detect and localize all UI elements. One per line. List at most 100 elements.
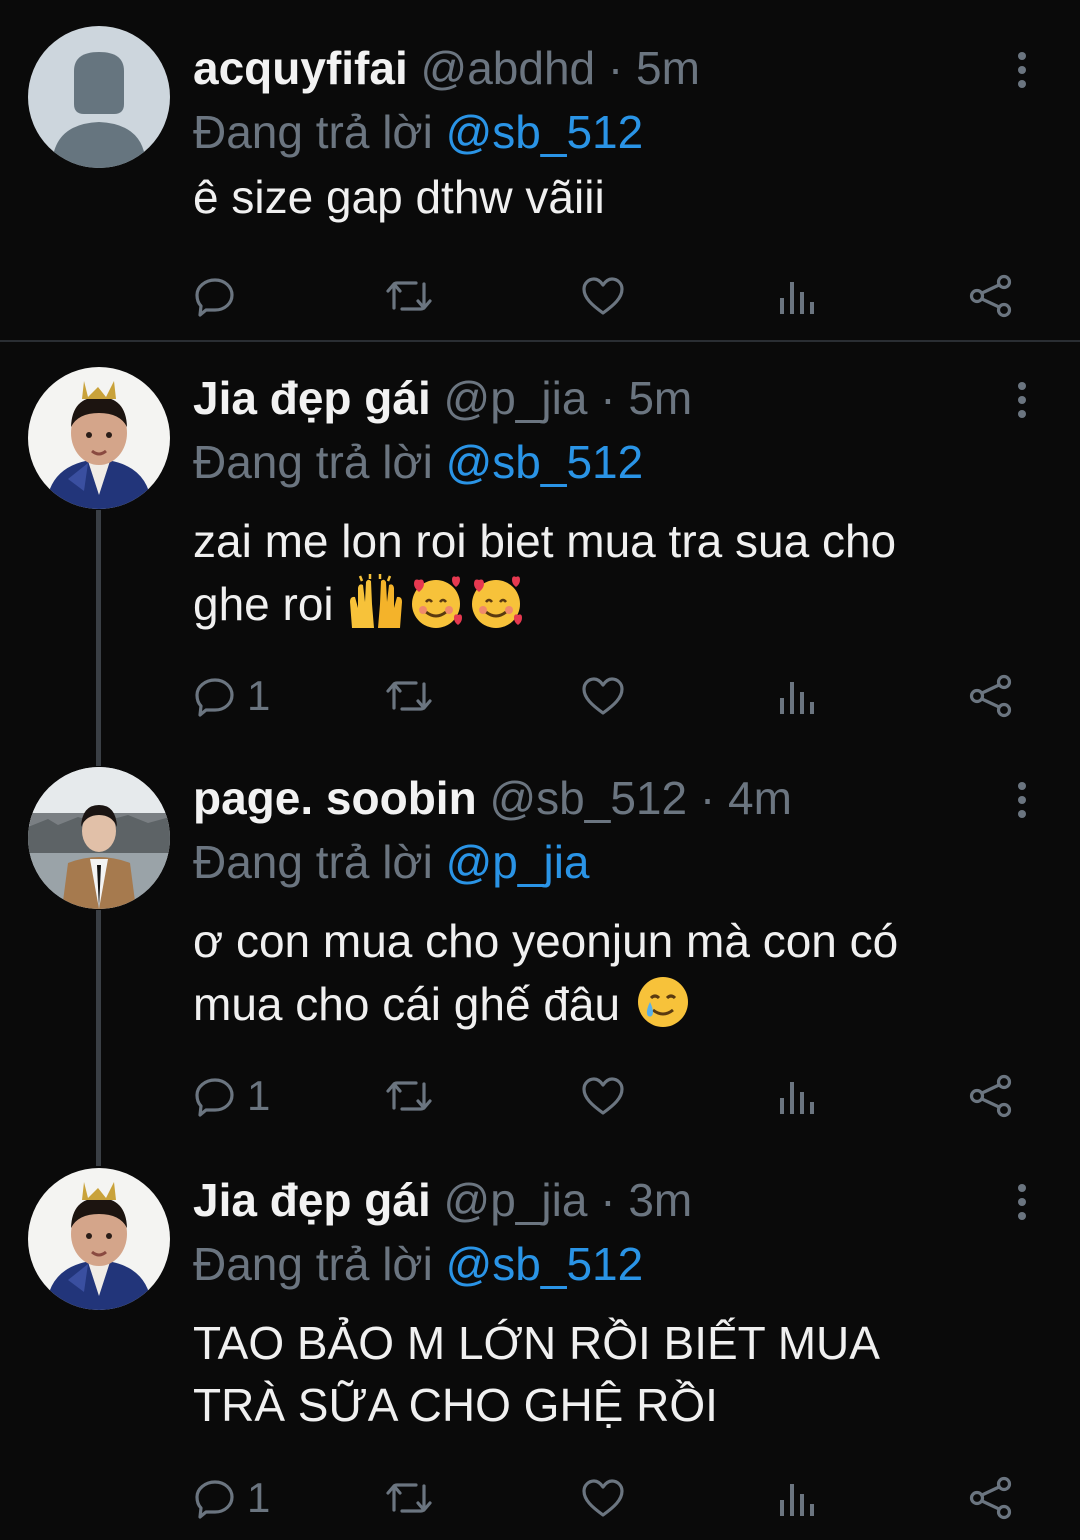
replying-to-label: Đang trả lời: [193, 1238, 446, 1290]
user-handle[interactable]: @p_jia: [444, 372, 588, 424]
tweet-1[interactable]: acquyfifai @abdhd · 5m Đang trả lời @sb_…: [0, 0, 1080, 342]
analytics-button[interactable]: [777, 666, 817, 726]
retweet-icon: [384, 274, 434, 318]
thread-line: [96, 740, 101, 766]
display-name[interactable]: Jia đẹp gái: [193, 372, 431, 424]
share-button[interactable]: [968, 1066, 1014, 1126]
replying-to-label: Đang trả lời: [193, 836, 446, 888]
like-icon: [580, 1074, 626, 1118]
replying-to: Đang trả lời @sb_512: [193, 1236, 643, 1292]
retweet-icon: [384, 674, 434, 718]
separator-dot: ·: [687, 772, 728, 824]
share-icon: [968, 1074, 1014, 1118]
tweet-3[interactable]: page. soobin @sb_512 · 4m Đang trả lời @…: [0, 740, 1080, 1140]
reply-icon: [193, 1476, 237, 1520]
tweet-actions: 1: [0, 1468, 1080, 1528]
reply-count: 1: [247, 1474, 271, 1521]
reply-count: 1: [247, 1072, 271, 1119]
smiling-face-with-tear-emoji: [633, 972, 693, 1032]
replying-to-mention[interactable]: @p_jia: [446, 836, 590, 888]
reply-icon: [193, 674, 237, 718]
reply-button[interactable]: 1: [193, 1468, 270, 1528]
user-handle[interactable]: @p_jia: [444, 1174, 588, 1226]
tweet-text-fragment: ghe roi: [193, 578, 334, 630]
like-icon: [580, 674, 626, 718]
analytics-button[interactable]: [777, 1066, 817, 1126]
replying-to-mention[interactable]: @sb_512: [446, 106, 644, 158]
like-button[interactable]: [580, 1468, 626, 1528]
tweet-text: ê size gap dthw vãiii: [193, 166, 1043, 228]
analytics-button[interactable]: [777, 266, 817, 326]
timestamp[interactable]: 5m: [628, 372, 692, 424]
avatar-jia[interactable]: [28, 1168, 170, 1310]
retweet-button[interactable]: [384, 1066, 434, 1126]
smiling-face-with-hearts-emoji: [406, 572, 466, 632]
share-icon: [968, 674, 1014, 718]
avatar-soobin[interactable]: [28, 767, 170, 909]
tweet-header: acquyfifai @abdhd · 5m: [193, 40, 700, 96]
tweet-2[interactable]: Jia đẹp gái @p_jia · 5m Đang trả lời @sb…: [0, 340, 1080, 740]
replying-to: Đang trả lời @sb_512: [193, 104, 643, 160]
tweet-4[interactable]: Jia đẹp gái @p_jia · 3m Đang trả lời @sb…: [0, 1140, 1080, 1540]
like-button[interactable]: [580, 266, 626, 326]
retweet-button[interactable]: [384, 666, 434, 726]
more-options-icon[interactable]: [1014, 380, 1030, 420]
tweet-text-fragment: mua cho cái ghế đâu: [193, 978, 621, 1030]
display-name[interactable]: Jia đẹp gái: [193, 1174, 431, 1226]
timestamp[interactable]: 5m: [636, 42, 700, 94]
tweet-text-line: TAO BẢO M LỚN RỒI BIẾT MUA: [193, 1317, 880, 1369]
reply-button[interactable]: [193, 266, 247, 326]
avatar-jia[interactable]: [28, 367, 170, 509]
avatar-default[interactable]: [28, 26, 170, 168]
more-options-icon[interactable]: [1014, 780, 1030, 820]
like-button[interactable]: [580, 1066, 626, 1126]
tweet-text: TAO BẢO M LỚN RỒI BIẾT MUA TRÀ SỮA CHO G…: [193, 1312, 1043, 1436]
separator-dot: ·: [587, 1174, 629, 1226]
more-options-icon[interactable]: [1014, 1182, 1030, 1222]
replying-to-label: Đang trả lời: [193, 436, 446, 488]
raising-hands-emoji: [346, 572, 406, 632]
like-icon: [580, 274, 626, 318]
replying-to-label: Đang trả lời: [193, 106, 446, 158]
retweet-button[interactable]: [384, 266, 434, 326]
share-button[interactable]: [968, 666, 1014, 726]
replying-to-mention[interactable]: @sb_512: [446, 436, 644, 488]
display-name[interactable]: acquyfifai: [193, 42, 408, 94]
tweet-text-line: zai me lon roi biet mua tra sua cho: [193, 515, 897, 567]
timestamp[interactable]: 4m: [728, 772, 792, 824]
share-button[interactable]: [968, 1468, 1014, 1528]
user-handle[interactable]: @abdhd: [421, 42, 596, 94]
tweet-text-line-2: ghe roi: [193, 572, 1043, 635]
replying-to: Đang trả lời @sb_512: [193, 434, 643, 490]
retweet-button[interactable]: [384, 1468, 434, 1528]
like-button[interactable]: [580, 666, 626, 726]
more-options-icon[interactable]: [1014, 50, 1030, 90]
tweet-header: Jia đẹp gái @p_jia · 3m: [193, 1172, 692, 1228]
share-button[interactable]: [968, 266, 1014, 326]
tweet-text-line-2: TRÀ SỮA CHO GHỆ RỒI: [193, 1379, 718, 1431]
separator-dot: ·: [595, 42, 637, 94]
replying-to: Đang trả lời @p_jia: [193, 834, 590, 890]
tweet-actions: [0, 266, 1080, 326]
tweet-header: Jia đẹp gái @p_jia · 5m: [193, 370, 692, 426]
smiling-face-with-hearts-emoji: [466, 572, 526, 632]
thread-line: [96, 1140, 101, 1166]
replying-to-mention[interactable]: @sb_512: [446, 1238, 644, 1290]
analytics-icon: [777, 274, 817, 318]
reply-count: 1: [247, 672, 271, 719]
tweet-actions: 1: [0, 1066, 1080, 1126]
timestamp[interactable]: 3m: [628, 1174, 692, 1226]
retweet-icon: [384, 1476, 434, 1520]
tweet-text-line: ê size gap dthw vãiii: [193, 171, 605, 223]
analytics-button[interactable]: [777, 1468, 817, 1528]
share-icon: [968, 274, 1014, 318]
retweet-icon: [384, 1074, 434, 1118]
analytics-icon: [777, 1476, 817, 1520]
tweet-text-line-2: mua cho cái ghế đâu: [193, 972, 1043, 1035]
reply-button[interactable]: 1: [193, 666, 270, 726]
reply-icon: [193, 274, 237, 318]
tweet-header: page. soobin @sb_512 · 4m: [193, 770, 792, 826]
reply-button[interactable]: 1: [193, 1066, 270, 1126]
display-name[interactable]: page. soobin: [193, 772, 477, 824]
user-handle[interactable]: @sb_512: [489, 772, 687, 824]
